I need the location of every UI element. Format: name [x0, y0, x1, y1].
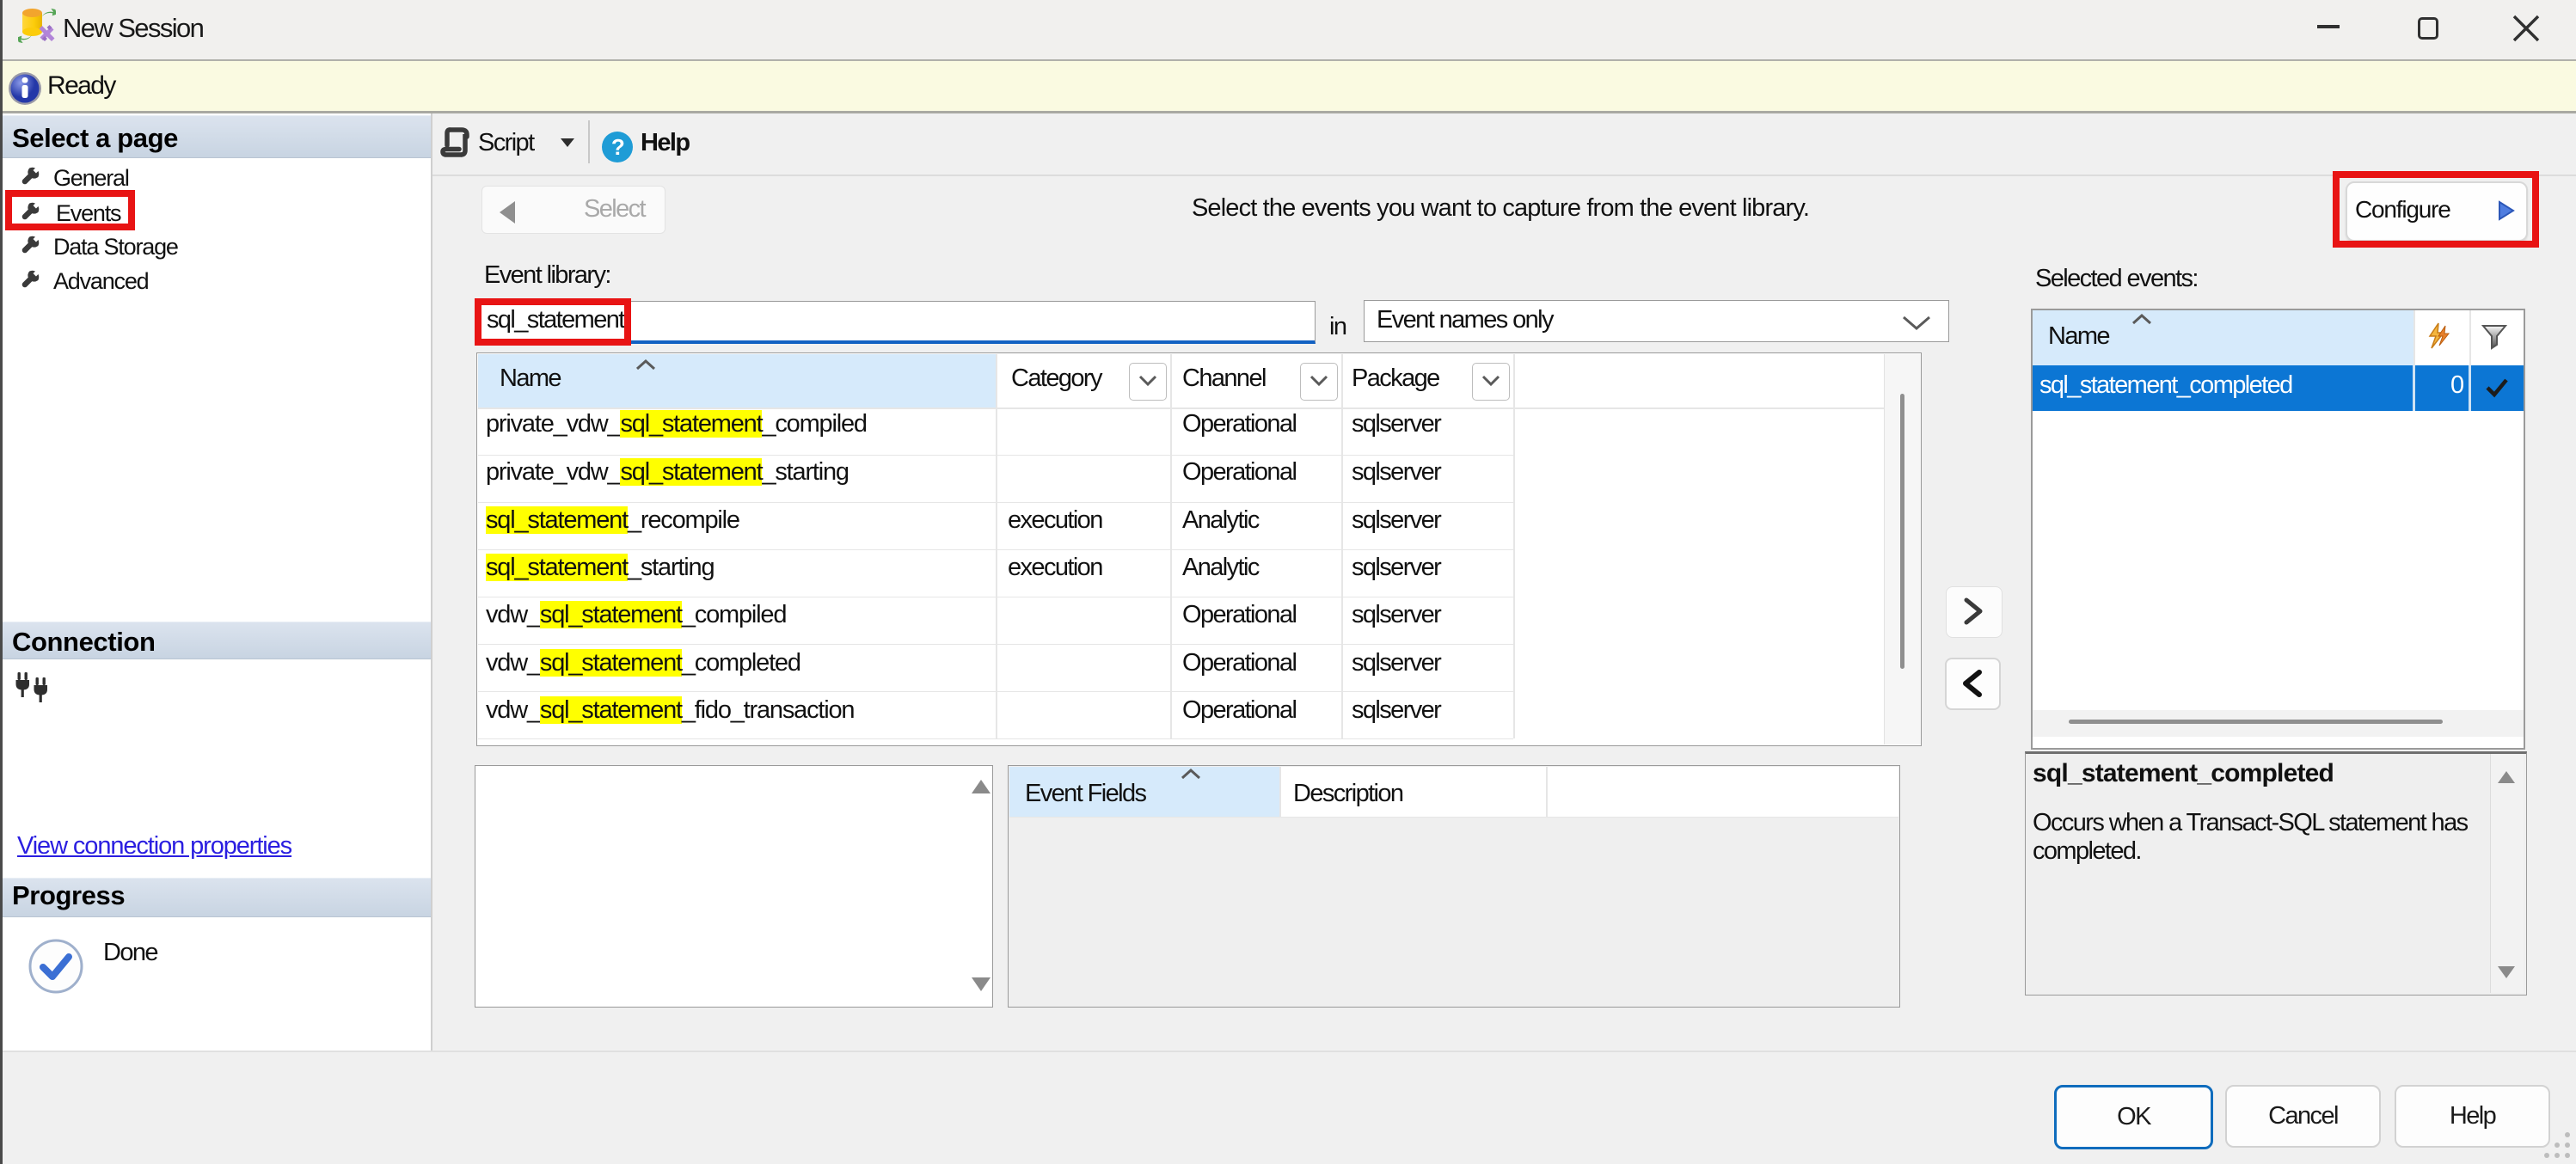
svg-text:?: ?	[611, 134, 624, 160]
